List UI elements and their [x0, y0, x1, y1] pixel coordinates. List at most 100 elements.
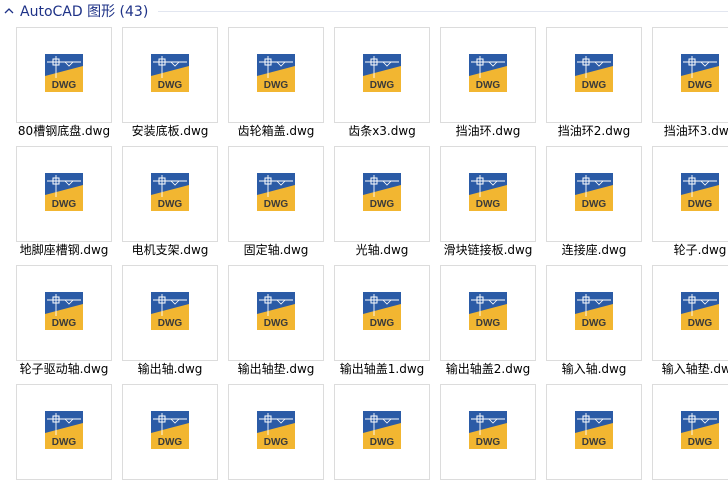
file-item[interactable]: DWG 电机支架.dwg: [122, 146, 218, 260]
file-thumbnail[interactable]: DWG: [228, 27, 324, 123]
file-thumbnail[interactable]: DWG: [228, 265, 324, 361]
file-name: 输出轴盖1.dwg: [339, 362, 425, 376]
file-item[interactable]: DWG 固定轴.dwg: [228, 146, 324, 260]
file-name: 挡油环2.dwg: [557, 124, 631, 138]
file-item[interactable]: DWG: [228, 384, 324, 498]
file-thumbnail[interactable]: DWG: [334, 265, 430, 361]
file-name: 80槽钢底盘.dwg: [17, 124, 111, 138]
svg-text:DWG: DWG: [52, 199, 77, 210]
file-item[interactable]: DWG 光轴.dwg: [334, 146, 430, 260]
svg-text:DWG: DWG: [158, 199, 183, 210]
svg-text:DWG: DWG: [158, 80, 183, 91]
file-name: 固定轴.dwg: [243, 243, 309, 257]
group-title: AutoCAD 图形 (43): [20, 4, 149, 20]
file-thumbnail[interactable]: DWG: [652, 27, 728, 123]
dwg-file-icon: DWG: [45, 411, 83, 453]
file-name: 滑块链接板.dwg: [443, 243, 533, 257]
file-item[interactable]: DWG 挡油环.dwg: [440, 27, 536, 141]
file-item[interactable]: DWG: [440, 384, 536, 498]
file-name: 输入轴垫.dwg: [661, 362, 728, 376]
svg-text:DWG: DWG: [582, 318, 607, 329]
file-thumbnail[interactable]: DWG: [440, 146, 536, 242]
file-thumbnail[interactable]: DWG: [122, 146, 218, 242]
dwg-file-icon: DWG: [469, 173, 507, 215]
dwg-file-icon: DWG: [681, 54, 719, 96]
file-item[interactable]: DWG 齿条x3.dwg: [334, 27, 430, 141]
file-item[interactable]: DWG 连接座.dwg: [546, 146, 642, 260]
file-item[interactable]: DWG: [334, 384, 430, 498]
file-name: 轮子.dwg: [673, 243, 727, 257]
svg-text:DWG: DWG: [476, 318, 501, 329]
dwg-file-icon: DWG: [363, 173, 401, 215]
dwg-file-icon: DWG: [575, 411, 613, 453]
file-thumbnail[interactable]: DWG: [122, 27, 218, 123]
dwg-file-icon: DWG: [469, 292, 507, 334]
file-thumbnail[interactable]: DWG: [16, 265, 112, 361]
file-item[interactable]: DWG: [16, 384, 112, 498]
svg-text:DWG: DWG: [52, 437, 77, 448]
svg-text:DWG: DWG: [582, 199, 607, 210]
file-name: 安装底板.dwg: [131, 124, 209, 138]
dwg-file-icon: DWG: [575, 173, 613, 215]
file-item[interactable]: DWG 输出轴盖2.dwg: [440, 265, 536, 379]
file-thumbnail[interactable]: DWG: [228, 384, 324, 480]
file-thumbnail[interactable]: DWG: [652, 384, 728, 480]
dwg-file-icon: DWG: [469, 411, 507, 453]
file-thumbnail[interactable]: DWG: [546, 27, 642, 123]
file-item[interactable]: DWG 地脚座槽钢.dwg: [16, 146, 112, 260]
dwg-file-icon: DWG: [45, 173, 83, 215]
file-thumbnail[interactable]: DWG: [122, 384, 218, 480]
file-thumbnail[interactable]: DWG: [546, 265, 642, 361]
file-item[interactable]: DWG 挡油环2.dwg: [546, 27, 642, 141]
file-item[interactable]: DWG 轮子驱动轴.dwg: [16, 265, 112, 379]
dwg-file-icon: DWG: [363, 411, 401, 453]
svg-text:DWG: DWG: [370, 437, 395, 448]
group-header[interactable]: AutoCAD 图形 (43): [0, 0, 728, 22]
file-item[interactable]: DWG 输出轴盖1.dwg: [334, 265, 430, 379]
file-thumbnail[interactable]: DWG: [440, 27, 536, 123]
svg-text:DWG: DWG: [582, 80, 607, 91]
file-item[interactable]: DWG 80槽钢底盘.dwg: [16, 27, 112, 141]
file-thumbnail[interactable]: DWG: [440, 384, 536, 480]
file-item[interactable]: DWG 输入轴垫.dwg: [652, 265, 728, 379]
file-thumbnail[interactable]: DWG: [546, 146, 642, 242]
file-thumbnail[interactable]: DWG: [334, 384, 430, 480]
file-item[interactable]: DWG 安装底板.dwg: [122, 27, 218, 141]
file-item[interactable]: DWG: [652, 384, 728, 498]
file-thumbnail[interactable]: DWG: [228, 146, 324, 242]
file-item[interactable]: DWG 输出轴垫.dwg: [228, 265, 324, 379]
file-thumbnail[interactable]: DWG: [652, 265, 728, 361]
file-thumbnail[interactable]: DWG: [122, 265, 218, 361]
svg-text:DWG: DWG: [688, 199, 713, 210]
file-thumbnail[interactable]: DWG: [334, 146, 430, 242]
dwg-file-icon: DWG: [257, 173, 295, 215]
svg-text:DWG: DWG: [476, 437, 501, 448]
file-item[interactable]: DWG 滑块链接板.dwg: [440, 146, 536, 260]
file-item[interactable]: DWG 轮子.dwg: [652, 146, 728, 260]
svg-text:DWG: DWG: [52, 318, 77, 329]
chevron-up-icon[interactable]: [2, 4, 16, 18]
dwg-file-icon: DWG: [681, 411, 719, 453]
svg-text:DWG: DWG: [158, 318, 183, 329]
dwg-file-icon: DWG: [363, 292, 401, 334]
svg-text:DWG: DWG: [370, 80, 395, 91]
dwg-file-icon: DWG: [363, 54, 401, 96]
file-item[interactable]: DWG: [122, 384, 218, 498]
file-item[interactable]: DWG 齿轮箱盖.dwg: [228, 27, 324, 141]
file-thumbnail[interactable]: DWG: [16, 146, 112, 242]
file-item[interactable]: DWG: [546, 384, 642, 498]
file-thumbnail[interactable]: DWG: [440, 265, 536, 361]
file-thumbnail[interactable]: DWG: [546, 384, 642, 480]
file-name: 光轴.dwg: [355, 243, 409, 257]
file-thumbnail[interactable]: DWG: [16, 27, 112, 123]
svg-text:DWG: DWG: [264, 80, 289, 91]
file-item[interactable]: DWG 挡油环3.dwg: [652, 27, 728, 141]
file-thumbnail[interactable]: DWG: [16, 384, 112, 480]
svg-text:DWG: DWG: [264, 199, 289, 210]
file-item[interactable]: DWG 输入轴.dwg: [546, 265, 642, 379]
dwg-file-icon: DWG: [575, 54, 613, 96]
file-item[interactable]: DWG 输出轴.dwg: [122, 265, 218, 379]
file-thumbnail[interactable]: DWG: [652, 146, 728, 242]
file-thumbnail[interactable]: DWG: [334, 27, 430, 123]
dwg-file-icon: DWG: [151, 411, 189, 453]
